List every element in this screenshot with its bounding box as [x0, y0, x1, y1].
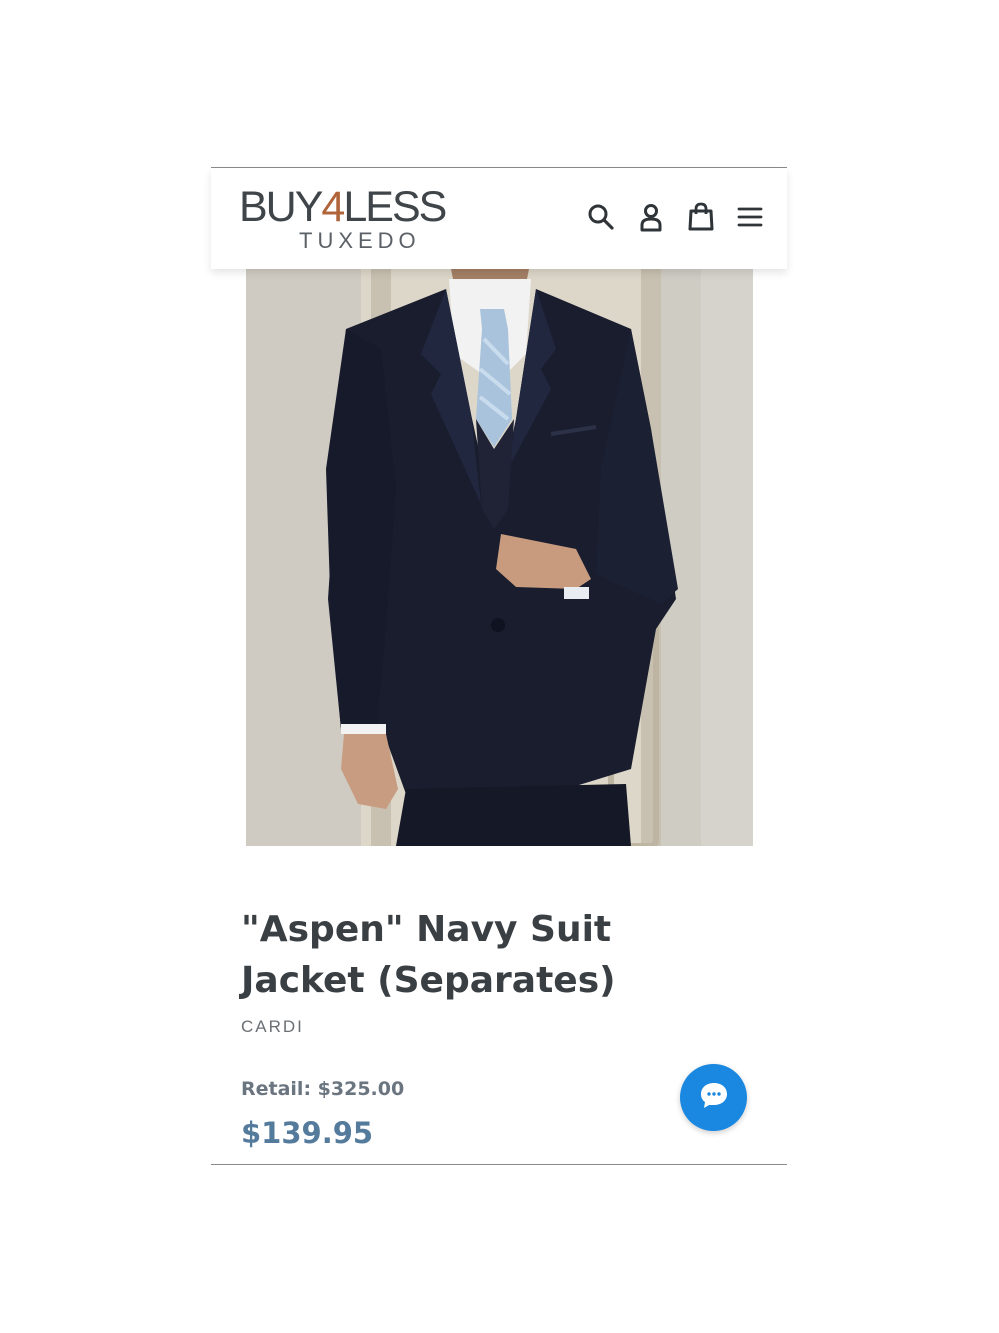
- logo-subtitle: TUXEDO: [299, 228, 421, 253]
- store-logo[interactable]: BUY4LESS TUXEDO: [239, 184, 504, 254]
- product-vendor[interactable]: CARDI: [241, 1017, 304, 1037]
- suit-illustration: [246, 269, 753, 846]
- menu-icon[interactable]: [735, 202, 765, 232]
- product-image[interactable]: [246, 269, 753, 846]
- logo-wordmark: BUY4LESS: [239, 183, 447, 231]
- account-icon[interactable]: [636, 202, 666, 232]
- chat-button[interactable]: [680, 1064, 747, 1131]
- search-icon[interactable]: [586, 202, 616, 232]
- cart-icon[interactable]: [686, 202, 716, 232]
- retail-price: Retail: $325.00: [241, 1078, 405, 1100]
- sale-price: $139.95: [241, 1116, 374, 1150]
- product-title: "Aspen" Navy Suit Jacket (Separates): [241, 909, 616, 1001]
- store-page: BUY4LESS TUXEDO "Aspen" Navy Suit Jacket…: [211, 167, 787, 1165]
- chat-icon: [698, 1080, 730, 1115]
- site-header: BUY4LESS TUXEDO: [211, 168, 787, 269]
